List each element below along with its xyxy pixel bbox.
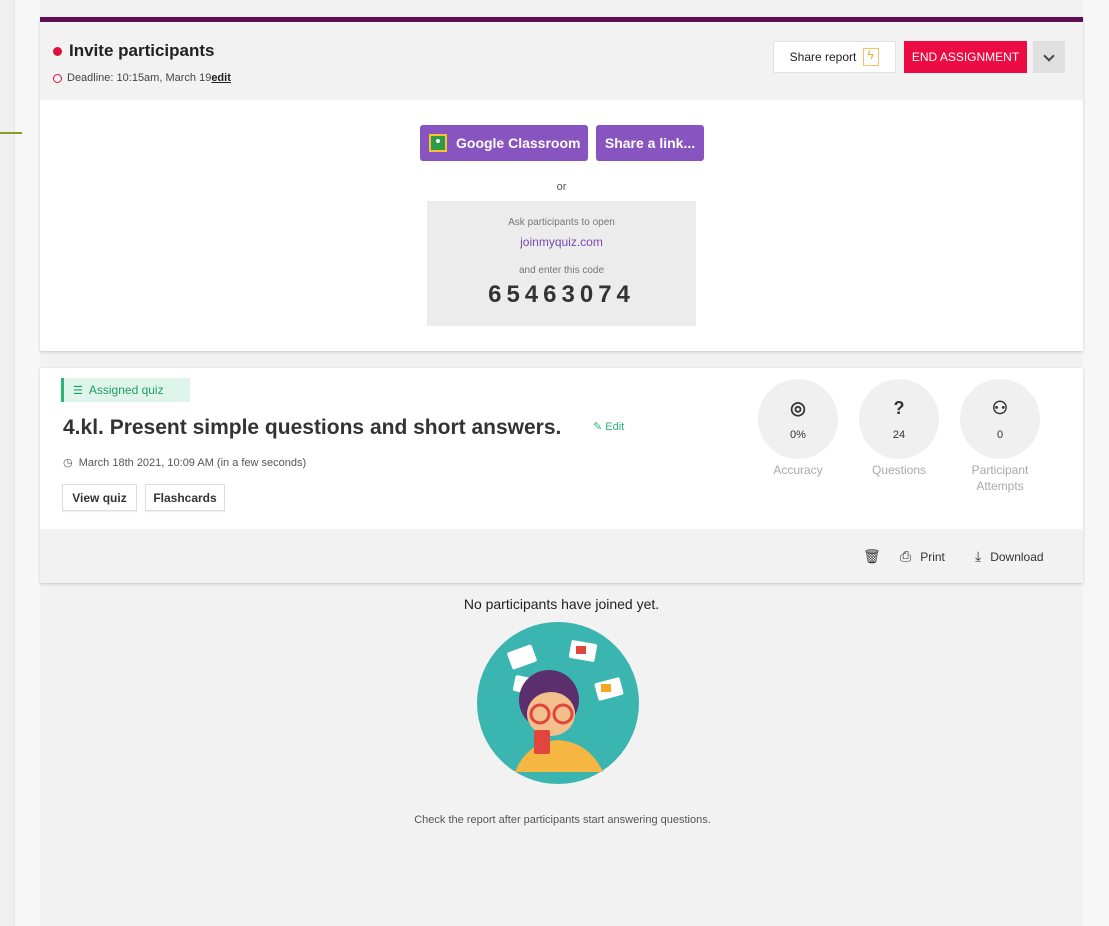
target-icon: ◎ (790, 398, 806, 418)
quiz-card: ☰ Assigned quiz 4.kl. Present simple que… (40, 368, 1083, 583)
google-classroom-button[interactable]: Google Classroom (420, 125, 588, 161)
accuracy-stat: ◎ 0% (758, 379, 838, 459)
print-label: Print (920, 549, 945, 564)
question-icon: ? (893, 398, 905, 418)
delete-button[interactable]: 🗑 (863, 548, 890, 565)
live-dot-icon (53, 47, 62, 56)
google-classroom-icon (429, 134, 447, 152)
questions-label: Questions (871, 463, 927, 477)
join-code-box: Ask participants to open joinmyquiz.com … (427, 201, 696, 326)
deadline: Deadline: 10:15am, March 19 edit (53, 72, 231, 84)
download-label: Download (990, 549, 1044, 564)
accuracy-value: 0% (790, 429, 806, 441)
view-quiz-button[interactable]: View quiz (62, 484, 137, 511)
trash-icon: 🗑 (863, 548, 881, 564)
participants-icon: ⚇ (991, 398, 1009, 418)
attempts-label: Participant Attempts (971, 463, 1029, 493)
google-classroom-label: Google Classroom (456, 135, 581, 151)
more-options-button[interactable] (1033, 41, 1065, 73)
invite-header: Invite participants Deadline: 10:15am, M… (40, 22, 1083, 100)
report-page: Invite participants Deadline: 10:15am, M… (40, 0, 1083, 926)
enter-code-text: and enter this code (518, 265, 605, 276)
quiz-date-text: March 18th 2021, 10:09 AM (in a few seco… (78, 457, 307, 469)
list-icon: ☰ (73, 384, 83, 397)
edit-quiz-link[interactable]: ✎ Edit (593, 420, 624, 433)
questions-stat: ? 24 (859, 379, 939, 459)
assigned-quiz-badge: ☰ Assigned quiz (61, 378, 190, 402)
clock-icon: ◷ (63, 457, 73, 469)
quiz-date: ◷ March 18th 2021, 10:09 AM (in a few se… (63, 456, 306, 469)
attempts-stat: ⚇ 0 (960, 379, 1040, 459)
chevron-down-icon (1043, 49, 1055, 62)
empty-state-subtitle: Check the report after participants star… (414, 814, 711, 826)
printer-icon: ⎙ (900, 548, 912, 564)
print-button[interactable]: ⎙ Print (900, 548, 945, 565)
share-report-label: Share report (789, 50, 857, 64)
empty-state-illustration (477, 622, 639, 784)
share-report-button[interactable]: Share report (773, 41, 896, 73)
questions-value: 24 (892, 429, 906, 441)
edit-label: Edit (605, 421, 625, 433)
join-code: 65463074 (488, 281, 635, 308)
deadline-text: Deadline: 10:15am, March 19 (67, 72, 212, 84)
bolt-icon (863, 48, 880, 66)
join-site-link[interactable]: joinmyquiz.com (427, 235, 696, 249)
quiz-title: 4.kl. Present simple questions and short… (63, 416, 562, 439)
invite-card: Invite participants Deadline: 10:15am, M… (40, 17, 1083, 351)
attempts-value: 0 (996, 429, 1004, 441)
decorative-line (0, 132, 22, 134)
quiz-toolbar: 🗑 ⎙ Print ⤓ Download (40, 529, 1083, 583)
share-link-button[interactable]: Share a link... (596, 125, 704, 161)
flashcards-button[interactable]: Flashcards (145, 484, 225, 511)
accuracy-label: Accuracy (773, 463, 823, 477)
join-instructions: Ask participants to open (508, 217, 615, 228)
download-button[interactable]: ⤓ Download (975, 548, 1044, 565)
clock-icon (53, 73, 62, 83)
end-assignment-button[interactable]: END ASSIGNMENT (904, 41, 1027, 73)
edit-icon: ✎ (593, 421, 603, 433)
badge-label: Assigned quiz (88, 383, 164, 397)
invite-title: Invite participants (69, 41, 215, 60)
deadline-edit-link[interactable]: edit (211, 72, 231, 84)
or-separator: or (556, 181, 567, 193)
empty-state-title: No participants have joined yet. (463, 596, 660, 612)
download-icon: ⤓ (975, 548, 982, 564)
left-edge-strip (0, 0, 15, 926)
